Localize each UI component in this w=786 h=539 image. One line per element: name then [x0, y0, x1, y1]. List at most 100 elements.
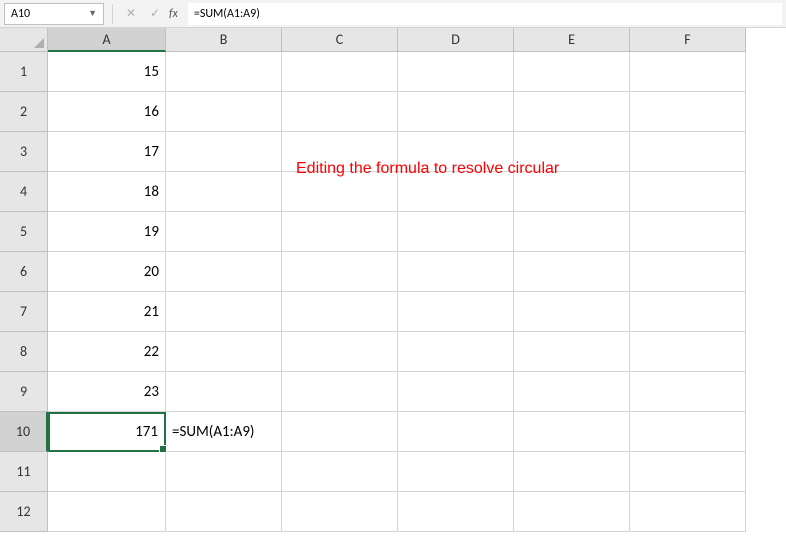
cell-F1[interactable] — [630, 52, 746, 92]
cell-A2[interactable]: 16 — [48, 92, 166, 132]
row-header-1[interactable]: 1 — [0, 52, 48, 92]
cell-D4[interactable] — [398, 172, 514, 212]
cell-E11[interactable] — [514, 452, 630, 492]
row-header-4[interactable]: 4 — [0, 172, 48, 212]
cell-C1[interactable] — [282, 52, 398, 92]
cell-D11[interactable] — [398, 452, 514, 492]
cell-E4[interactable] — [514, 172, 630, 212]
cell-B10[interactable]: =SUM(A1:A9) — [166, 412, 282, 452]
row-header-9[interactable]: 9 — [0, 372, 48, 412]
name-box[interactable]: A10 ▼ — [4, 3, 104, 25]
cell-A7[interactable]: 21 — [48, 292, 166, 332]
column-header-B[interactable]: B — [166, 28, 282, 52]
column-header-A[interactable]: A — [48, 28, 166, 52]
cell-A5[interactable]: 19 — [48, 212, 166, 252]
cell-D6[interactable] — [398, 252, 514, 292]
column-header-E[interactable]: E — [514, 28, 630, 52]
cell-A10[interactable]: 171 — [48, 412, 166, 452]
cell-D7[interactable] — [398, 292, 514, 332]
cell-E6[interactable] — [514, 252, 630, 292]
row-header-10[interactable]: 10 — [0, 412, 48, 452]
cell-D10[interactable] — [398, 412, 514, 452]
cell-D3[interactable] — [398, 132, 514, 172]
row-header-8[interactable]: 8 — [0, 332, 48, 372]
cell-A8[interactable]: 22 — [48, 332, 166, 372]
cell-F12[interactable] — [630, 492, 746, 532]
cell-F2[interactable] — [630, 92, 746, 132]
cell-A3[interactable]: 17 — [48, 132, 166, 172]
cell-F5[interactable] — [630, 212, 746, 252]
cell-D8[interactable] — [398, 332, 514, 372]
cell-C12[interactable] — [282, 492, 398, 532]
cell-A4[interactable]: 18 — [48, 172, 166, 212]
name-box-dropdown-icon[interactable]: ▼ — [88, 8, 97, 19]
cell-D1[interactable] — [398, 52, 514, 92]
row-header-2[interactable]: 2 — [0, 92, 48, 132]
cell-B1[interactable] — [166, 52, 282, 92]
row-header-3[interactable]: 3 — [0, 132, 48, 172]
cell-F11[interactable] — [630, 452, 746, 492]
cell-E1[interactable] — [514, 52, 630, 92]
cell-C6[interactable] — [282, 252, 398, 292]
column-header-D[interactable]: D — [398, 28, 514, 52]
cell-A1[interactable]: 15 — [48, 52, 166, 92]
cell-E8[interactable] — [514, 332, 630, 372]
cell-E5[interactable] — [514, 212, 630, 252]
cell-E3[interactable] — [514, 132, 630, 172]
cell-F9[interactable] — [630, 372, 746, 412]
cell-D9[interactable] — [398, 372, 514, 412]
formula-text: =SUM(A1:A9) — [194, 7, 260, 21]
cell-E2[interactable] — [514, 92, 630, 132]
cell-A11[interactable] — [48, 452, 166, 492]
cell-B8[interactable] — [166, 332, 282, 372]
row-header-5[interactable]: 5 — [0, 212, 48, 252]
cell-C7[interactable] — [282, 292, 398, 332]
cell-B6[interactable] — [166, 252, 282, 292]
cell-E12[interactable] — [514, 492, 630, 532]
spreadsheet-grid: A B C D E F 1 15 2 16 3 17 4 18 — [0, 28, 786, 532]
cell-E10[interactable] — [514, 412, 630, 452]
cell-F8[interactable] — [630, 332, 746, 372]
cell-C4[interactable] — [282, 172, 398, 212]
cell-B4[interactable] — [166, 172, 282, 212]
cell-A12[interactable] — [48, 492, 166, 532]
row-header-6[interactable]: 6 — [0, 252, 48, 292]
cell-F6[interactable] — [630, 252, 746, 292]
cell-F7[interactable] — [630, 292, 746, 332]
cell-A6[interactable]: 20 — [48, 252, 166, 292]
cell-B2[interactable] — [166, 92, 282, 132]
cell-B9[interactable] — [166, 372, 282, 412]
cell-B12[interactable] — [166, 492, 282, 532]
cancel-icon[interactable]: ✕ — [121, 4, 141, 24]
cell-C8[interactable] — [282, 332, 398, 372]
cell-B11[interactable] — [166, 452, 282, 492]
select-all-corner[interactable] — [0, 28, 48, 52]
cell-D12[interactable] — [398, 492, 514, 532]
cell-E9[interactable] — [514, 372, 630, 412]
cell-C10[interactable] — [282, 412, 398, 452]
column-header-C[interactable]: C — [282, 28, 398, 52]
cell-B5[interactable] — [166, 212, 282, 252]
enter-icon[interactable]: ✓ — [145, 4, 165, 24]
cell-F4[interactable] — [630, 172, 746, 212]
column-header-F[interactable]: F — [630, 28, 746, 52]
cell-C11[interactable] — [282, 452, 398, 492]
cell-A9[interactable]: 23 — [48, 372, 166, 412]
cell-D5[interactable] — [398, 212, 514, 252]
cell-C2[interactable] — [282, 92, 398, 132]
cell-D2[interactable] — [398, 92, 514, 132]
cell-B3[interactable] — [166, 132, 282, 172]
fx-icon[interactable]: fx — [169, 7, 178, 21]
cell-C3[interactable] — [282, 132, 398, 172]
cell-B7[interactable] — [166, 292, 282, 332]
formula-input[interactable]: =SUM(A1:A9) — [188, 3, 782, 25]
row-header-7[interactable]: 7 — [0, 292, 48, 332]
cell-C9[interactable] — [282, 372, 398, 412]
cell-F10[interactable] — [630, 412, 746, 452]
row-header-12[interactable]: 12 — [0, 492, 48, 532]
row-header-11[interactable]: 11 — [0, 452, 48, 492]
cell-E7[interactable] — [514, 292, 630, 332]
cell-C5[interactable] — [282, 212, 398, 252]
formula-bar-divider — [112, 4, 113, 24]
cell-F3[interactable] — [630, 132, 746, 172]
